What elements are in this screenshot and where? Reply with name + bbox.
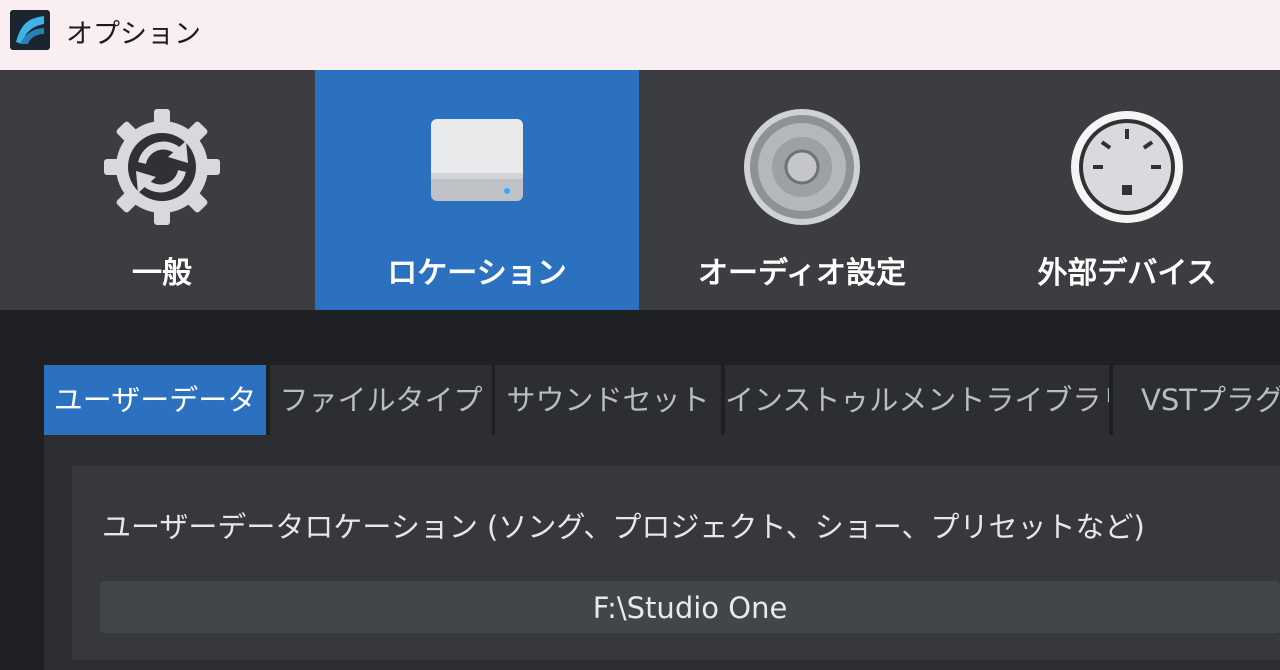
tab-sound-sets[interactable]: サウンドセット — [495, 365, 721, 435]
category-label: 外部デバイス — [1037, 256, 1217, 291]
title-bar: オプション — [0, 0, 1280, 70]
drive-icon — [431, 119, 523, 201]
user-data-location-label: ユーザーデータロケーション (ソング、プロジェクト、ショー、プリセットなど) — [102, 510, 1145, 544]
category-label: オーディオ設定 — [698, 256, 906, 291]
studio-one-app-icon — [10, 10, 50, 50]
category-general[interactable]: 一般 — [0, 70, 324, 310]
category-label: ロケーション — [387, 256, 567, 291]
tab-instrument-library[interactable]: インストゥルメントライブラリ — [725, 365, 1109, 435]
category-toolbar: 一般 ロケーション オーディオ設定 外部デバイス — [0, 70, 1280, 310]
location-tabs: ユーザーデータ ファイルタイプ サウンドセット インストゥルメントライブラリ V… — [44, 365, 1280, 435]
midi-port-icon — [1071, 111, 1183, 223]
category-locations[interactable]: ロケーション — [315, 70, 639, 310]
gear-sync-icon — [104, 109, 220, 225]
user-data-path-field[interactable]: F:\Studio One — [100, 581, 1280, 633]
category-external-devices[interactable]: 外部デバイス — [965, 70, 1280, 310]
tab-user-data[interactable]: ユーザーデータ — [44, 365, 266, 435]
category-label: 一般 — [132, 256, 192, 291]
tab-file-types[interactable]: ファイルタイプ — [270, 365, 492, 435]
tab-vst-plugins[interactable]: VSTプラグイン — [1113, 365, 1280, 435]
category-audio-settings[interactable]: オーディオ設定 — [640, 70, 964, 310]
user-data-path-value: F:\Studio One — [592, 591, 788, 625]
window-title: オプション — [66, 19, 201, 50]
speaker-icon — [744, 109, 860, 225]
